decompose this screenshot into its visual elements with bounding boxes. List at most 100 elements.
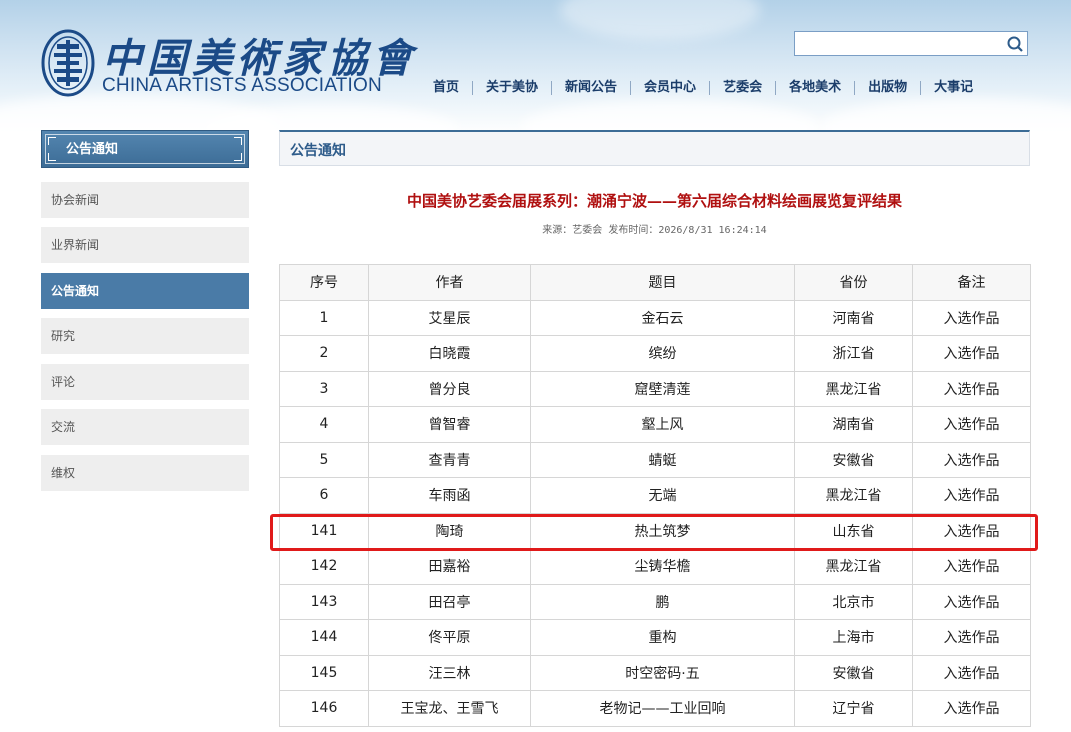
sidebar-item[interactable]: 协会新闻 — [41, 182, 249, 218]
cell-author: 田嘉裕 — [368, 548, 531, 585]
cell-title: 时空密码·五 — [530, 654, 795, 691]
cell-no: 3 — [279, 370, 369, 407]
cell-title: 缤纷 — [530, 335, 795, 372]
table-header-row: 序号 作者 题目 省份 备注 — [279, 264, 1031, 301]
cell-province: 安徽省 — [794, 441, 913, 478]
site-header: 中国美術家協會 CHINA ARTISTS ASSOCIATION 首页 关于美协… — [0, 0, 1071, 135]
cell-author: 陶琦 — [368, 512, 531, 549]
cell-author: 佟平原 — [368, 619, 531, 656]
column-header-author: 作者 — [368, 264, 531, 301]
nav-item[interactable]: 会员中心 — [631, 78, 709, 98]
cell-province: 北京市 — [794, 583, 913, 620]
cell-no: 143 — [279, 583, 369, 620]
cell-author: 田召亭 — [368, 583, 531, 620]
article-title: 中国美协艺委会届展系列：潮涌宁波——第六届综合材料绘画展览复评结果 — [406, 192, 902, 210]
cell-author: 曾分良 — [368, 370, 531, 407]
cell-no: 142 — [279, 548, 369, 585]
cell-province: 黑龙江省 — [794, 477, 913, 514]
cell-remark: 入选作品 — [912, 370, 1031, 407]
cell-no: 5 — [279, 441, 369, 478]
cell-no: 1 — [279, 299, 369, 336]
search-input[interactable] — [795, 32, 1003, 55]
search-icon[interactable] — [1006, 35, 1024, 53]
sidebar-title-label: 公告通知 — [66, 142, 119, 157]
corner-ornament — [48, 137, 56, 145]
cell-author: 王宝龙、王雪飞 — [368, 690, 531, 727]
cell-title: 重构 — [530, 619, 795, 656]
site-logo[interactable]: 中国美術家協會 CHINA ARTISTS ASSOCIATION — [40, 26, 412, 102]
cell-remark: 入选作品 — [912, 299, 1031, 336]
cell-author: 汪三林 — [368, 654, 531, 691]
page: 中国美術家協會 CHINA ARTISTS ASSOCIATION 首页 关于美协… — [0, 0, 1071, 732]
sidebar-item[interactable]: 业界新闻 — [41, 227, 249, 263]
article-meta: 来源：艺委会 发布时间：2026/8/31 16:24:14 — [542, 225, 767, 236]
section-header: 公告通知 — [279, 130, 1030, 166]
corner-ornament — [234, 153, 242, 161]
cell-title: 无端 — [530, 477, 795, 514]
cell-author: 查青青 — [368, 441, 531, 478]
cell-title: 热土筑梦 — [530, 512, 795, 549]
cell-province: 河南省 — [794, 299, 913, 336]
sidebar-item[interactable]: 评论 — [41, 364, 249, 400]
column-header-no: 序号 — [279, 264, 369, 301]
table-row: 144 佟平原 重构 上海市 入选作品 — [279, 619, 1031, 656]
cell-title: 金石云 — [530, 299, 795, 336]
nav-item[interactable]: 各地美术 — [776, 78, 854, 98]
cell-author: 车雨函 — [368, 477, 531, 514]
sidebar-item[interactable]: 公告通知 — [41, 273, 249, 309]
corner-ornament — [48, 153, 56, 161]
main-nav: 首页 关于美协 新闻公告 会员中心 艺委会 各地美术 出版物 大事记 — [420, 78, 986, 98]
nav-item[interactable]: 艺委会 — [710, 78, 775, 98]
cell-province: 上海市 — [794, 619, 913, 656]
sidebar-item[interactable]: 维权 — [41, 455, 249, 491]
cell-no: 6 — [279, 477, 369, 514]
cell-title: 尘铸华檐 — [530, 548, 795, 585]
cell-author: 白晓霞 — [368, 335, 531, 372]
nav-item[interactable]: 新闻公告 — [552, 78, 630, 98]
cell-remark: 入选作品 — [912, 441, 1031, 478]
cell-remark: 入选作品 — [912, 690, 1031, 727]
nav-item[interactable]: 关于美协 — [473, 78, 551, 98]
nav-item[interactable]: 大事记 — [921, 78, 986, 98]
cell-title: 蜻蜓 — [530, 441, 795, 478]
table-row: 142 田嘉裕 尘铸华檐 黑龙江省 入选作品 — [279, 548, 1031, 585]
cell-remark: 入选作品 — [912, 512, 1031, 549]
cell-no: 144 — [279, 619, 369, 656]
cell-author: 艾星辰 — [368, 299, 531, 336]
cell-province: 湖南省 — [794, 406, 913, 443]
cell-province: 辽宁省 — [794, 690, 913, 727]
cell-title: 鹏 — [530, 583, 795, 620]
cell-remark: 入选作品 — [912, 477, 1031, 514]
cell-title: 窟壁清莲 — [530, 370, 795, 407]
cell-province: 浙江省 — [794, 335, 913, 372]
cell-title: 壑上风 — [530, 406, 795, 443]
cell-remark: 入选作品 — [912, 406, 1031, 443]
cell-no: 141 — [279, 512, 369, 549]
nav-item[interactable]: 首页 — [420, 78, 472, 98]
column-header-title: 题目 — [530, 264, 795, 301]
table-row: 2 白晓霞 缤纷 浙江省 入选作品 — [279, 335, 1031, 372]
table-row: 1 艾星辰 金石云 河南省 入选作品 — [279, 299, 1031, 336]
logo-english-name: CHINA ARTISTS ASSOCIATION — [102, 75, 382, 96]
cell-remark: 入选作品 — [912, 654, 1031, 691]
column-header-province: 省份 — [794, 264, 913, 301]
search-box — [794, 31, 1028, 56]
table-row: 146 王宝龙、王雪飞 老物记——工业回响 辽宁省 入选作品 — [279, 690, 1031, 727]
nav-item[interactable]: 出版物 — [855, 78, 920, 98]
cell-remark: 入选作品 — [912, 335, 1031, 372]
table-row: 145 汪三林 时空密码·五 安徽省 入选作品 — [279, 654, 1031, 691]
cell-no: 4 — [279, 406, 369, 443]
cell-remark: 入选作品 — [912, 583, 1031, 620]
table-row: 143 田召亭鹏北京市 入选作品 — [279, 583, 1031, 620]
cell-no: 145 — [279, 654, 369, 691]
table-row: 5 查青青 蜻蜓 安徽省 入选作品 — [279, 441, 1031, 478]
cell-no: 2 — [279, 335, 369, 372]
cell-no: 146 — [279, 690, 369, 727]
sidebar-item[interactable]: 研究 — [41, 318, 249, 354]
corner-ornament — [234, 137, 242, 145]
sidebar-item[interactable]: 交流 — [41, 409, 249, 445]
cell-remark: 入选作品 — [912, 548, 1031, 585]
table-row: 6 车雨函 无端 黑龙江省 入选作品 — [279, 477, 1031, 514]
sidebar-title: 公告通知 — [41, 130, 249, 168]
table-row: 3 曾分良 窟壁清莲 黑龙江省 入选作品 — [279, 370, 1031, 407]
